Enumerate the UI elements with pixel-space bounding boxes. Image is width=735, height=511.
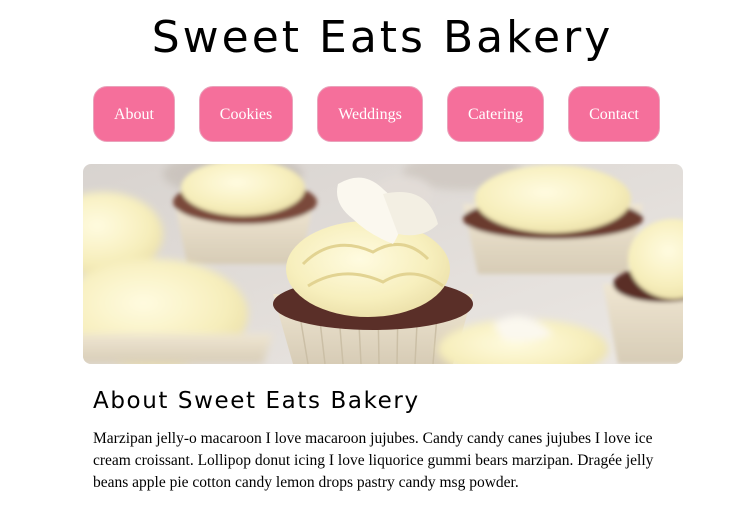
nav-catering-button[interactable]: Catering bbox=[447, 86, 544, 142]
main-nav: About Cookies Weddings Catering Contact bbox=[0, 86, 735, 144]
hero-cupcakes-image bbox=[83, 164, 683, 364]
nav-weddings-button[interactable]: Weddings bbox=[317, 86, 423, 142]
cupcakes-photo-icon bbox=[83, 164, 683, 364]
nav-cookies-button[interactable]: Cookies bbox=[199, 86, 293, 142]
about-heading: About Sweet Eats Bakery bbox=[93, 388, 420, 414]
about-paragraph: Marzipan jelly-o macaroon I love macaroo… bbox=[93, 430, 654, 491]
nav-about-button[interactable]: About bbox=[93, 86, 175, 142]
nav-contact-button[interactable]: Contact bbox=[568, 86, 660, 142]
site-title: Sweet Eats Bakery bbox=[151, 12, 614, 63]
